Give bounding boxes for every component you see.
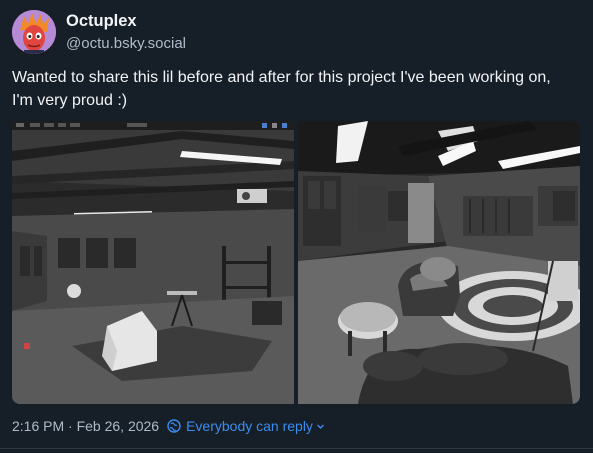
post-timestamp[interactable]: 2:16 PM · Feb 26, 2026 bbox=[12, 418, 159, 434]
media-gallery[interactable] bbox=[12, 121, 580, 404]
media-image-before[interactable] bbox=[12, 121, 294, 404]
divider bbox=[0, 448, 593, 449]
globe-icon bbox=[167, 419, 181, 433]
media-image-after[interactable] bbox=[298, 121, 580, 404]
chevron-down-icon bbox=[316, 422, 325, 431]
rendered-room-image bbox=[298, 121, 580, 404]
reply-setting-button[interactable]: Everybody can reply bbox=[167, 418, 325, 434]
author-handle[interactable]: @octu.bsky.social bbox=[66, 35, 186, 52]
avatar-icon bbox=[12, 10, 56, 54]
author-avatar[interactable] bbox=[12, 10, 56, 54]
blender-viewport-image bbox=[12, 121, 294, 404]
post-text: Wanted to share this lil before and afte… bbox=[12, 69, 551, 109]
post-footer: 2:16 PM · Feb 26, 2026 Everybody can rep… bbox=[12, 418, 325, 434]
reply-setting-label: Everybody can reply bbox=[186, 418, 313, 434]
author-display-name[interactable]: Octuplex bbox=[66, 12, 137, 31]
